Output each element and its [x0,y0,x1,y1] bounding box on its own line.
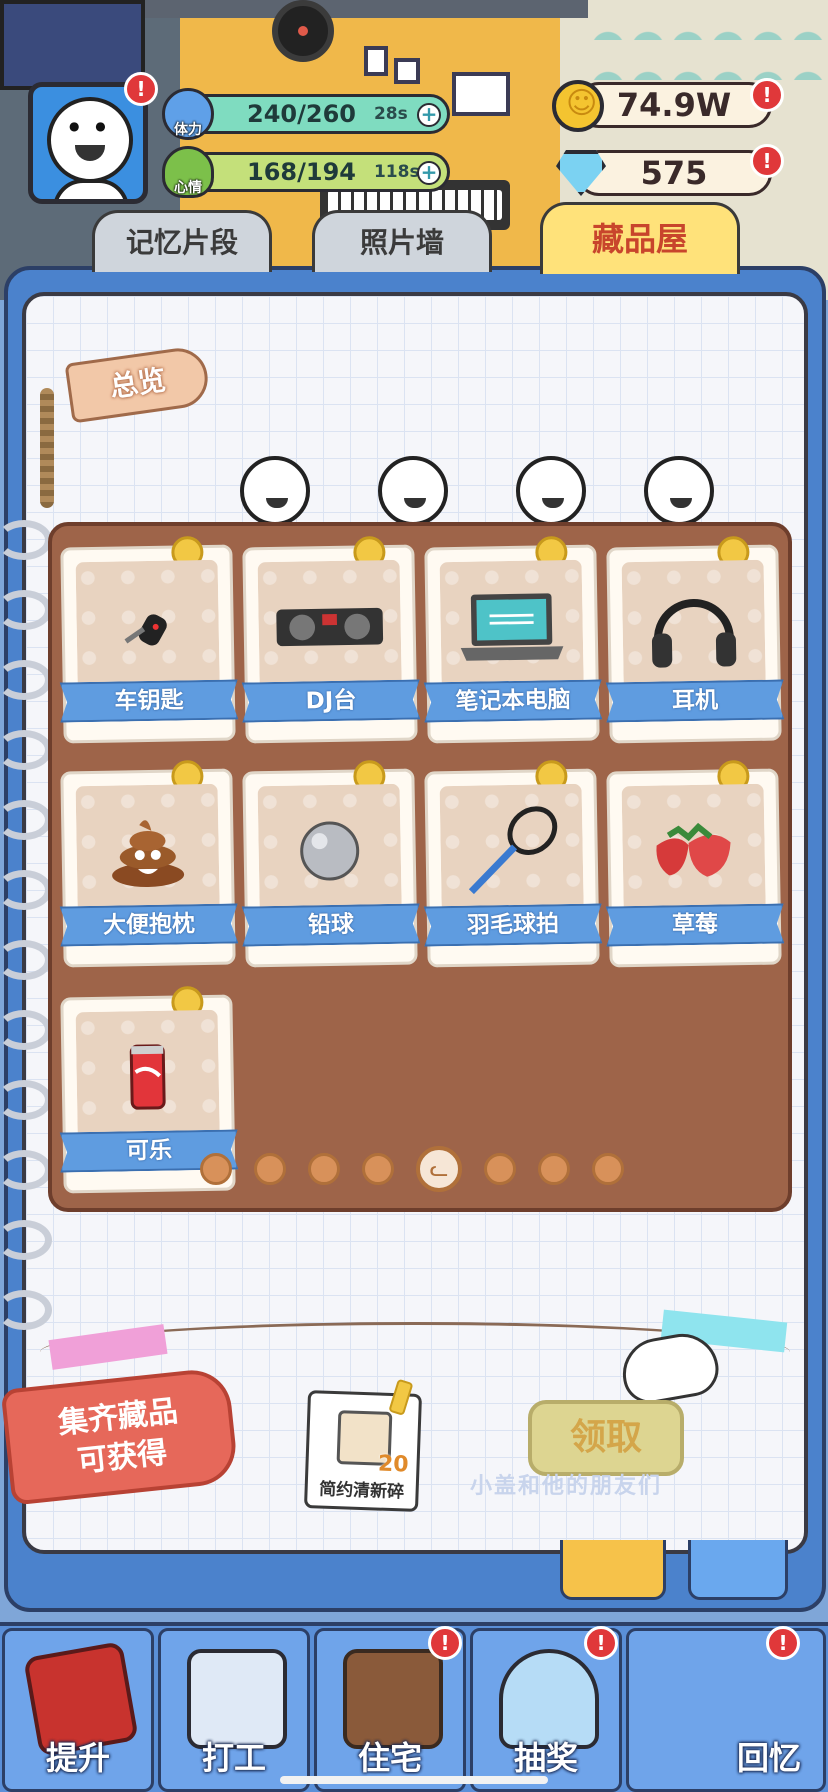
item-label: 铅球 [242,903,421,946]
shot-put-icon [274,810,385,892]
reward-item-name: 简约清新碎 [318,1479,405,1503]
picture-frame [364,46,388,76]
cola-can-icon [92,1036,203,1118]
collection-card-dj-table[interactable]: DJ台 [242,536,417,744]
mood-value: 168/194 [247,158,356,186]
page-dot[interactable] [484,1153,516,1185]
bookmark-tab [688,1540,788,1600]
item-label: 笔记本电脑 [424,679,603,722]
tab-collection-room[interactable]: 藏品屋 [540,202,740,274]
heart-icon: 心情 [162,146,214,198]
watermark-text: 小盖和他的朋友们 [470,1474,663,1499]
collection-card-laptop[interactable]: 笔记本电脑 [424,536,599,744]
tab-memory-fragments[interactable]: 记忆片段 [92,210,272,272]
collection-card-shot-put[interactable]: 铅球 [242,760,417,968]
mood-timer: 118s [373,162,420,182]
collection-card-strawberry[interactable]: 草莓 [606,760,781,968]
badminton-racket-icon [456,806,567,895]
item-label: 耳机 [606,679,785,722]
picture-frame [452,72,510,116]
collection-card-car-key[interactable]: 车钥匙 [60,536,235,744]
avatar-face [47,97,133,183]
nav-lottery-alert-badge: ! [584,1626,618,1660]
character-head [240,456,310,526]
nav-label: 回忆 [736,1739,801,1777]
nav-upgrade[interactable]: 提升 [2,1628,154,1792]
page-dot[interactable] [254,1153,286,1185]
cat-icon: ᓚ [429,1156,449,1182]
gem-counter[interactable]: 575 [576,150,772,196]
picture-frame [394,58,420,84]
character-head [378,456,448,526]
mood-label: 心情 [174,180,202,196]
music-poster [0,0,145,90]
page-dot[interactable] [592,1153,624,1185]
reward-item[interactable]: 20 简约清新碎 [303,1378,423,1512]
reward-item-qty: 20 [377,1451,409,1478]
collection-card-headphones[interactable]: 耳机 [606,536,781,744]
bookmark-tab [560,1540,666,1600]
gem-alert-badge: ! [750,144,784,178]
laptop-icon [456,586,567,668]
nav-house-alert-badge: ! [428,1626,462,1660]
item-label: 羽毛球拍 [424,903,603,946]
tag-rope [40,388,54,508]
tab-photo-wall[interactable]: 照片墙 [312,210,492,272]
page-dot[interactable] [538,1153,570,1185]
claim-button[interactable]: 领取 [528,1400,684,1476]
mood-plus-button[interactable]: + [417,161,441,185]
stamina-plus-button[interactable]: + [417,103,441,127]
character-head [516,456,586,526]
nav-label: 抽奖 [513,1739,578,1777]
item-label: 大便抱枕 [60,903,239,946]
car-key-icon [92,586,203,668]
nav-work[interactable]: 打工 [158,1628,310,1792]
collection-card-badminton-racket[interactable]: 羽毛球拍 [424,760,599,968]
item-label: 车钥匙 [60,679,239,722]
page-indicator: ᓚ [200,1146,624,1192]
home-indicator [280,1776,548,1784]
dj-turntable-icon [274,586,385,668]
dumbbell-icon: 体力 [162,88,214,140]
nav-label: 提升 [45,1739,110,1777]
avatar-alert-badge: ! [124,72,158,106]
character-head [644,456,714,526]
collection-card-poop-pillow[interactable]: 大便抱枕 [60,760,235,968]
item-label: DJ台 [242,679,421,722]
page-dot[interactable] [308,1153,340,1185]
vinyl-record-icon [272,0,334,62]
item-label: 草莓 [606,903,785,946]
nav-memory-alert-badge: ! [766,1626,800,1660]
stamina-label: 体力 [174,122,202,138]
stamina-value: 240/260 [247,100,356,128]
coin-icon [552,80,604,132]
page-dot-current[interactable]: ᓚ [416,1146,462,1192]
nav-label: 住宅 [357,1739,422,1777]
headphones-icon [638,586,749,668]
coin-counter[interactable]: 74.9W [576,82,772,128]
coin-alert-badge: ! [750,78,784,112]
character-group [240,436,760,526]
strawberry-icon [638,810,749,892]
page-dot[interactable] [200,1153,232,1185]
poop-pillow-icon [92,810,203,892]
collect-reward-label: 集齐藏品 可获得 [0,1366,240,1506]
stamina-timer: 28s [373,104,408,124]
nav-label: 打工 [201,1739,266,1777]
page-dot[interactable] [362,1153,394,1185]
